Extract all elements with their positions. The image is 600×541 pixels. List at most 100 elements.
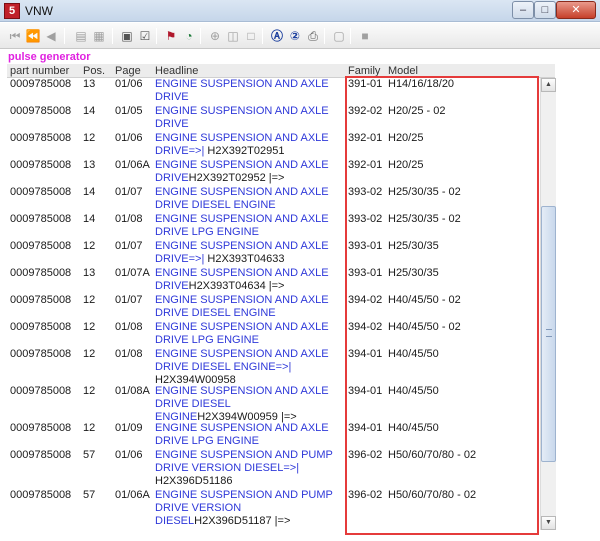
headline-link[interactable]: ENGINE SUSPENSION AND AXLE DRIVE — [155, 105, 329, 130]
pos-cell: 12 — [83, 240, 96, 252]
scroll-down-arrow-icon[interactable]: ▼ — [541, 516, 556, 530]
headline-cell[interactable]: ENGINE SUSPENSION AND AXLE DRIVE — [155, 78, 347, 104]
first-page-icon[interactable]: ⏮ — [6, 27, 24, 45]
column-header-model[interactable]: Model — [388, 65, 418, 77]
grid-header: part number Pos. Page Headline Family Mo… — [7, 64, 555, 78]
page-cell: 01/06A — [115, 489, 150, 501]
headline-link[interactable]: ENGINE SUSPENSION AND AXLE DRIVE DIESEL … — [155, 186, 329, 211]
serial-range-text: H2X393T04634 |=> — [188, 280, 285, 292]
circle-2-icon[interactable]: ② — [286, 27, 304, 45]
column-header-part-number[interactable]: part number — [10, 65, 69, 77]
serial-range-text: H2X396D51187 |=> — [194, 515, 291, 527]
family-cell: 392-01 — [348, 159, 383, 171]
column-header-headline[interactable]: Headline — [155, 65, 198, 77]
page-cell: 01/05 — [115, 105, 143, 117]
close-button[interactable]: ✕ — [556, 1, 596, 19]
clipboard-icon[interactable]: ▢ — [330, 27, 348, 45]
headline-cell[interactable]: ENGINE SUSPENSION AND AXLE DRIVEH2X393T0… — [155, 267, 347, 293]
headline-cell[interactable]: ENGINE SUSPENSION AND AXLE DRIVE — [155, 105, 347, 131]
model-cell: H20/25 — [388, 159, 424, 171]
model-cell: H40/45/50 — [388, 348, 439, 360]
book-forward-icon[interactable]: ▦ — [90, 27, 108, 45]
previous-group-icon[interactable]: ⏪ — [24, 27, 42, 45]
headline-link[interactable]: ENGINE SUSPENSION AND AXLE DRIVE DIESEL … — [155, 348, 329, 373]
headline-cell[interactable]: ENGINE SUSPENSION AND AXLE DRIVE DIESEL … — [155, 294, 347, 320]
stop-icon[interactable]: ■ — [356, 27, 374, 45]
toolbar-separator — [112, 28, 113, 44]
model-cell: H40/45/50 — [388, 422, 439, 434]
column-header-family[interactable]: Family — [348, 65, 380, 77]
tag-icon[interactable]: ⚑ — [162, 27, 180, 45]
headline-cell[interactable]: ENGINE SUSPENSION AND AXLE DRIVE LPG ENG… — [155, 422, 347, 448]
headline-cell[interactable]: ENGINE SUSPENSION AND AXLE DRIVE=>| H2X3… — [155, 132, 347, 158]
model-cell: H25/30/35 - 02 — [388, 213, 461, 225]
circle-a-icon[interactable]: Ⓐ — [268, 27, 286, 45]
headline-cell[interactable]: ENGINE SUSPENSION AND PUMP DRIVE VERSION… — [155, 489, 347, 528]
vertical-scrollbar[interactable]: ▲ ▼ — [540, 78, 556, 530]
family-cell: 394-01 — [348, 422, 383, 434]
headline-cell[interactable]: ENGINE SUSPENSION AND AXLE DRIVE DIESEL … — [155, 186, 347, 212]
model-cell: H25/30/35 - 02 — [388, 186, 461, 198]
cart-icon[interactable]: ▣ — [118, 27, 136, 45]
family-cell: 396-02 — [348, 449, 383, 461]
pos-cell: 57 — [83, 489, 96, 501]
toolbar: ⏮ ⏪ ◀ ▤ ▦ ▣ ☑ ⚑ ◔ ⊕ ◫ □ Ⓐ ② ⎙ ▢ ■ — [0, 23, 600, 49]
headline-link[interactable]: ENGINE SUSPENSION AND AXLE DRIVE LPG ENG… — [155, 321, 329, 346]
family-cell: 396-02 — [348, 489, 383, 501]
pos-cell: 14 — [83, 213, 96, 225]
headline-cell[interactable]: ENGINE SUSPENSION AND AXLE DRIVEH2X392T0… — [155, 159, 347, 185]
page-cell: 01/06A — [115, 159, 150, 171]
scrollbar-thumb[interactable] — [541, 206, 556, 462]
previous-page-icon[interactable]: ◀ — [42, 27, 60, 45]
headline-link[interactable]: ENGINE SUSPENSION AND AXLE DRIVE LPG ENG… — [155, 213, 329, 238]
model-cell: H50/60/70/80 - 02 — [388, 489, 477, 501]
headline-link[interactable]: ENGINE SUSPENSION AND AXLE DRIVE DIESEL … — [155, 294, 329, 319]
checklist-icon[interactable]: ☑ — [136, 27, 154, 45]
pos-cell: 13 — [83, 78, 96, 90]
model-cell: H50/60/70/80 - 02 — [388, 449, 477, 461]
maximize-button[interactable]: □ — [534, 1, 556, 19]
headline-cell[interactable]: ENGINE SUSPENSION AND AXLE DRIVE=>| H2X3… — [155, 240, 347, 266]
part-number-cell: 0009785008 — [10, 422, 72, 434]
pos-cell: 12 — [83, 294, 96, 306]
page-cell: 01/07 — [115, 186, 143, 198]
part-number-cell: 0009785008 — [10, 159, 72, 171]
model-cell: H20/25 — [388, 132, 424, 144]
copy-icon[interactable]: ◫ — [224, 27, 242, 45]
headline-link[interactable]: ENGINE SUSPENSION AND PUMP DRIVE VERSION… — [155, 449, 333, 474]
zoom-icon[interactable]: ⊕ — [206, 27, 224, 45]
pos-cell: 12 — [83, 422, 96, 434]
print-icon[interactable]: ⎙ — [304, 27, 322, 45]
page-cell: 01/06 — [115, 449, 143, 461]
part-number-cell: 0009785008 — [10, 186, 72, 198]
toolbar-separator — [156, 28, 157, 44]
headline-cell[interactable]: ENGINE SUSPENSION AND AXLE DRIVE LPG ENG… — [155, 321, 347, 347]
part-number-cell: 0009785008 — [10, 132, 72, 144]
parts-grid: part number Pos. Page Headline Family Mo… — [7, 64, 555, 537]
headline-link[interactable]: ENGINE SUSPENSION AND AXLE DRIVE LPG ENG… — [155, 422, 329, 447]
headline-cell[interactable]: ENGINE SUSPENSION AND AXLE DRIVE DIESEL … — [155, 348, 347, 387]
family-cell: 393-01 — [348, 267, 383, 279]
model-cell: H40/45/50 - 02 — [388, 294, 461, 306]
page-icon[interactable]: □ — [242, 27, 260, 45]
scroll-up-arrow-icon[interactable]: ▲ — [541, 78, 556, 92]
column-header-pos[interactable]: Pos. — [83, 65, 105, 77]
model-cell: H25/30/35 — [388, 267, 439, 279]
column-header-page[interactable]: Page — [115, 65, 141, 77]
toolbar-separator — [350, 28, 351, 44]
book-back-icon[interactable]: ▤ — [72, 27, 90, 45]
headline-cell[interactable]: ENGINE SUSPENSION AND AXLE DRIVE DIESEL … — [155, 385, 347, 424]
headline-cell[interactable]: ENGINE SUSPENSION AND PUMP DRIVE VERSION… — [155, 449, 347, 488]
toolbar-separator — [64, 28, 65, 44]
page-cell: 01/08A — [115, 385, 150, 397]
page-cell: 01/08 — [115, 348, 143, 360]
toolbar-separator — [200, 28, 201, 44]
family-cell: 394-01 — [348, 348, 383, 360]
pie-chart-icon[interactable]: ◔ — [180, 27, 198, 45]
serial-range-text: H2X393T04633 — [204, 253, 285, 265]
headline-cell[interactable]: ENGINE SUSPENSION AND AXLE DRIVE LPG ENG… — [155, 213, 347, 239]
part-number-cell: 0009785008 — [10, 449, 72, 461]
toolbar-separator — [262, 28, 263, 44]
headline-link[interactable]: ENGINE SUSPENSION AND AXLE DRIVE — [155, 78, 329, 103]
minimize-button[interactable]: – — [512, 1, 534, 19]
